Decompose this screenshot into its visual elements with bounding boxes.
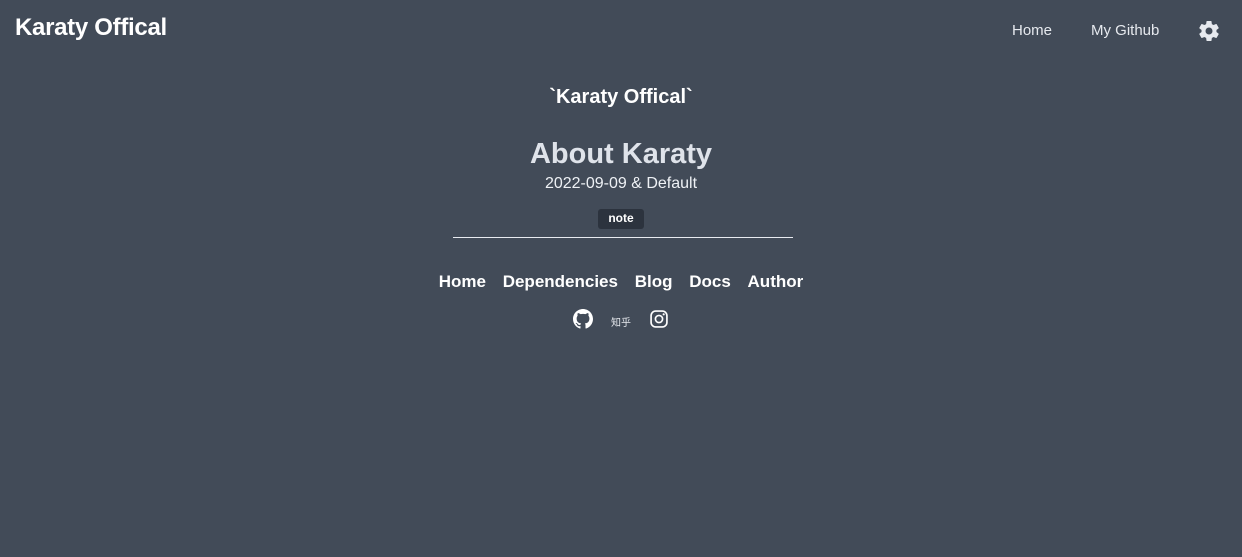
nav-link-home[interactable]: Home (1012, 22, 1052, 39)
social-links: 知乎 (0, 309, 1242, 331)
brand-link[interactable]: Karaty Offical (15, 14, 167, 42)
divider (453, 237, 793, 238)
site-tagline: `Karaty Offical` (549, 86, 693, 108)
footer-link-author[interactable]: Author (748, 272, 804, 291)
tag-badge[interactable]: note (598, 209, 644, 229)
footer-link-dependencies[interactable]: Dependencies (503, 272, 618, 291)
theme-toggle-button[interactable] (1197, 19, 1221, 43)
footer-link-home[interactable]: Home (439, 272, 486, 291)
github-link[interactable] (572, 309, 593, 334)
nav-link-github[interactable]: My Github (1091, 22, 1159, 39)
instagram-link[interactable] (649, 309, 669, 334)
navbar: Karaty Offical Home My Github (0, 0, 1242, 62)
zhihu-link[interactable]: 知乎 (611, 314, 631, 329)
gear-icon (1199, 20, 1219, 41)
instagram-icon (650, 310, 669, 328)
footer-link-blog[interactable]: Blog (635, 272, 673, 291)
post-meta: 2022-09-09 & Default (544, 175, 698, 192)
footer-link-docs[interactable]: Docs (689, 272, 731, 291)
post-title: About Karaty (529, 138, 713, 170)
tag-list: note (0, 209, 1242, 229)
github-icon (572, 309, 593, 329)
footer-nav: Home Dependencies Blog Docs Author (0, 272, 1242, 292)
